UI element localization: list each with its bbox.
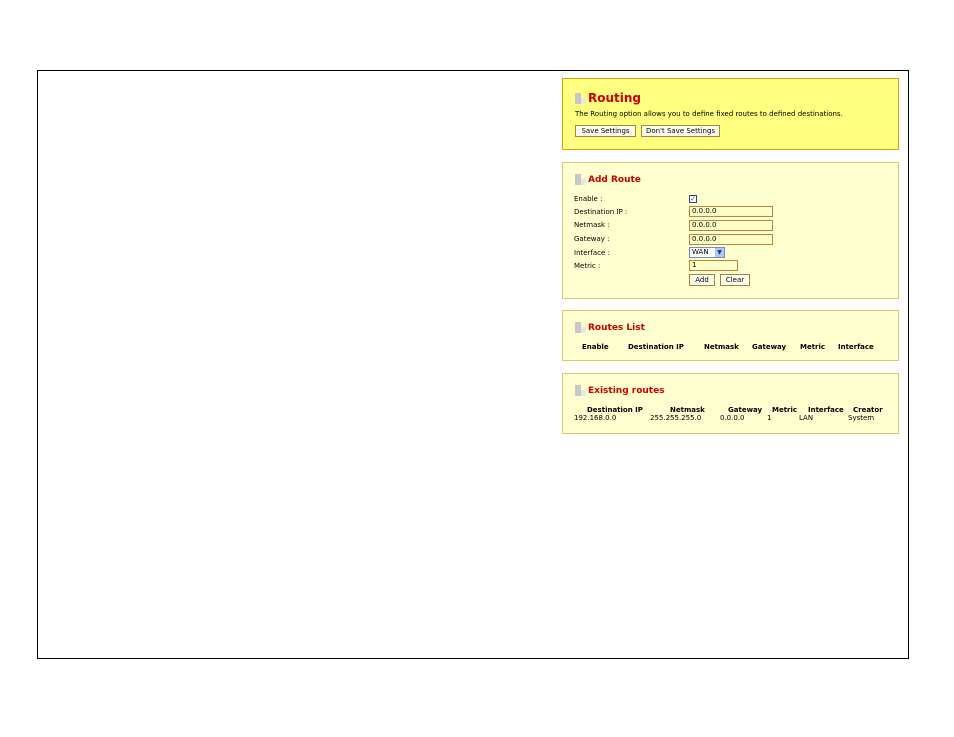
routing-title: Routing (575, 91, 641, 105)
section-bullet-icon (575, 92, 586, 104)
netmask-field[interactable]: 0.0.0.0 (689, 220, 773, 231)
dont-save-settings-button[interactable]: Don't Save Settings (641, 125, 720, 137)
routes-list-header-metric: Metric (800, 343, 826, 351)
section-bullet-icon (575, 174, 586, 185)
existing-row-interface: LAN (799, 414, 814, 422)
add-route-title-text: Add Route (588, 174, 641, 185)
chevron-down-icon[interactable]: ▼ (715, 248, 724, 257)
add-route-title: Add Route (575, 174, 641, 185)
enable-checkbox[interactable]: ✓ (689, 195, 697, 203)
existing-row-destination-ip: 192.168.0.0 (574, 414, 617, 422)
existing-row-metric: 1 (767, 414, 772, 422)
routing-title-text: Routing (588, 91, 642, 105)
existing-header-interface: Interface (808, 406, 844, 414)
save-settings-button[interactable]: Save Settings (575, 125, 636, 137)
existing-routes-title-text: Existing routes (588, 385, 665, 396)
add-button[interactable]: Add (689, 274, 715, 286)
interface-select-value: WAN (692, 248, 709, 256)
existing-header-metric: Metric (772, 406, 798, 414)
add-route-panel: Add Route Enable : ✓ Destination IP : 0.… (562, 162, 899, 299)
clear-button[interactable]: Clear (720, 274, 750, 286)
existing-routes-title: Existing routes (575, 385, 665, 396)
destination-ip-label: Destination IP : (574, 208, 628, 216)
existing-header-gateway: Gateway (728, 406, 763, 414)
routes-list-header-interface: Interface (838, 343, 874, 351)
section-bullet-icon (575, 322, 586, 333)
gateway-field[interactable]: 0.0.0.0 (689, 234, 773, 245)
metric-field[interactable]: 1 (689, 260, 738, 271)
existing-row-creator: System (848, 414, 875, 422)
existing-header-netmask: Netmask (670, 406, 705, 414)
gateway-label: Gateway : (574, 235, 610, 243)
existing-header-destination-ip: Destination IP (587, 406, 643, 414)
existing-row-netmask: 255.255.255.0 (650, 414, 702, 422)
routes-list-header-destination-ip: Destination IP (628, 343, 684, 351)
routes-list-header-gateway: Gateway (752, 343, 787, 351)
netmask-label: Netmask : (574, 221, 610, 229)
metric-label: Metric : (574, 262, 601, 270)
existing-routes-panel: Existing routes Destination IP Netmask G… (562, 373, 899, 434)
content-frame (37, 70, 909, 659)
existing-row-gateway: 0.0.0.0 (720, 414, 745, 422)
enable-label: Enable : (574, 195, 603, 203)
interface-label: Interface : (574, 249, 610, 257)
interface-select[interactable]: WAN ▼ (689, 247, 725, 258)
section-bullet-icon (575, 385, 586, 396)
routes-list-panel: Routes List Enable Destination IP Netmas… (562, 310, 899, 361)
routes-list-title: Routes List (575, 322, 645, 333)
destination-ip-field[interactable]: 0.0.0.0 (689, 206, 773, 217)
routes-list-header-enable: Enable (582, 343, 609, 351)
routing-panel: Routing The Routing option allows you to… (562, 78, 899, 150)
routing-description: The Routing option allows you to define … (575, 110, 843, 118)
routes-list-title-text: Routes List (588, 322, 645, 333)
existing-header-creator: Creator (853, 406, 883, 414)
routes-list-header-netmask: Netmask (704, 343, 739, 351)
